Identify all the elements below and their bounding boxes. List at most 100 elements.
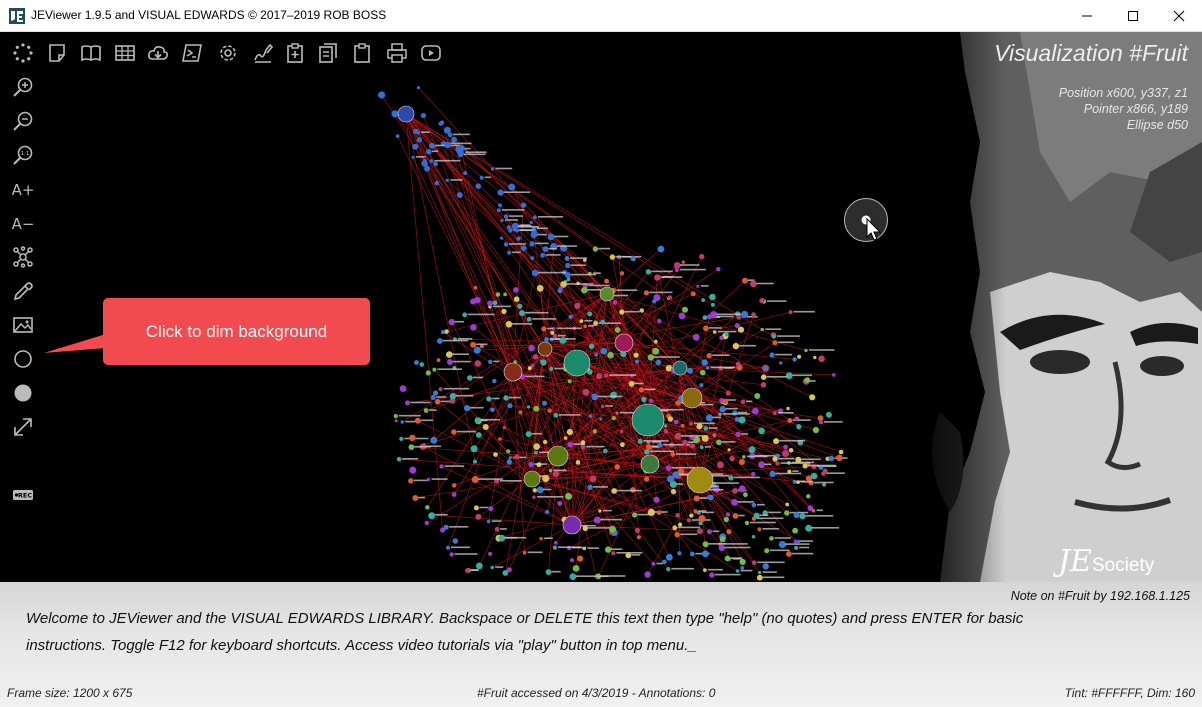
graph-node-label	[712, 530, 720, 533]
graph-node-label	[764, 463, 772, 466]
graph-node	[699, 445, 704, 450]
note-text-editor[interactable]: Welcome to JEViewer and the VISUAL EDWAR…	[26, 605, 1096, 659]
notes-panel[interactable]: Note on #Fruit by 192.168.1.125 Welcome …	[0, 582, 1202, 707]
clipboard-copy-button[interactable]	[316, 41, 340, 65]
graph-node-label	[662, 276, 673, 278]
graph-node-label	[556, 245, 577, 247]
graph-node	[699, 369, 706, 376]
graph-node-label	[600, 518, 622, 521]
graph-node-label	[398, 414, 421, 417]
graph-node	[810, 472, 818, 480]
graph-node	[507, 250, 512, 255]
graph-node	[479, 175, 484, 180]
graph-node-label	[413, 479, 428, 482]
powershell-button[interactable]	[180, 41, 204, 65]
graph-node-label	[455, 394, 474, 397]
print-button[interactable]	[385, 41, 409, 65]
graph-node	[732, 342, 740, 350]
signature-button[interactable]	[251, 41, 275, 65]
settings-button[interactable]	[216, 41, 240, 65]
graph-node	[577, 555, 584, 562]
graph-node-label	[766, 376, 788, 378]
graph-node-label	[775, 353, 792, 356]
play-tutorials-button[interactable]	[419, 41, 443, 65]
graph-node-label	[570, 264, 586, 266]
graph-nodes[interactable]	[378, 86, 848, 581]
graph-node	[568, 314, 573, 319]
graph-node-label	[597, 395, 623, 398]
graph-node	[772, 411, 777, 416]
graph-node	[678, 522, 683, 527]
graph-node	[634, 359, 640, 364]
graph-node	[541, 326, 547, 332]
eyedropper-button[interactable]	[11, 279, 35, 303]
graph-node-label	[501, 209, 525, 211]
loading-spinner-button[interactable]	[11, 41, 35, 65]
zoom-reset-button[interactable]: 1:1	[11, 143, 35, 167]
graph-node-label	[548, 247, 557, 250]
zoom-in-button[interactable]	[11, 75, 35, 99]
graph-node	[470, 341, 477, 348]
close-button[interactable]	[1156, 0, 1202, 31]
graph-node	[796, 539, 801, 544]
graph-node	[734, 323, 740, 329]
circle-outline-button[interactable]	[11, 347, 35, 371]
tint-status: Tint: #FFFFFF, Dim: 160	[1064, 686, 1195, 700]
graph-node	[674, 532, 680, 538]
graph-node	[633, 352, 639, 358]
graph-node	[490, 407, 495, 413]
graph-node	[500, 218, 504, 222]
graph-node-label	[598, 247, 611, 250]
clipboard-icon	[354, 43, 370, 63]
graph-node	[785, 372, 793, 380]
graph-node	[564, 272, 571, 278]
graph-node	[609, 254, 616, 260]
font-increase-button[interactable]: A+	[11, 177, 35, 201]
minimize-button[interactable]	[1064, 0, 1110, 31]
graph-node-label	[789, 511, 809, 514]
font-decrease-button[interactable]: A−	[11, 211, 35, 235]
cloud-download-button[interactable]	[146, 41, 170, 65]
graph-node	[600, 404, 605, 409]
graph-node-label	[738, 344, 757, 347]
expand-button[interactable]	[11, 415, 35, 439]
graph-edge	[411, 446, 651, 465]
circle-filled-button[interactable]	[11, 381, 35, 405]
graph-node	[735, 569, 740, 573]
network-button[interactable]	[11, 245, 35, 269]
graph-node	[665, 465, 672, 471]
visualization-canvas[interactable]: 1:1 A+ A− REC Visualization #Fruit Posit…	[0, 32, 1202, 582]
graph-node-label	[443, 387, 470, 390]
graph-node	[673, 262, 681, 269]
clipboard-add-button[interactable]	[283, 41, 307, 65]
note-button[interactable]	[45, 41, 69, 65]
graph-node	[743, 492, 748, 498]
graph-node	[438, 121, 443, 126]
graph-node-label	[649, 450, 675, 453]
graph-node	[779, 361, 783, 365]
font-increase-label: A+	[12, 181, 34, 199]
zoom-out-button[interactable]	[11, 109, 35, 133]
graph-hub-node	[523, 470, 541, 488]
graph-node	[502, 425, 507, 430]
graph-node	[793, 512, 800, 519]
graph-node	[563, 436, 568, 440]
dim-background-button[interactable]	[11, 313, 35, 337]
clipboard-button[interactable]	[350, 41, 374, 65]
graph-node	[506, 225, 511, 230]
graph-node-label	[480, 418, 501, 421]
graph-node-label	[762, 571, 777, 573]
book-button[interactable]	[79, 41, 103, 65]
graph-node	[502, 570, 509, 576]
graph-node-label	[449, 526, 469, 528]
maximize-button[interactable]	[1110, 0, 1156, 31]
graph-node	[693, 495, 700, 502]
graph-node	[760, 382, 767, 388]
graph-node	[490, 167, 495, 171]
record-button[interactable]: REC	[11, 483, 35, 507]
graph-node	[432, 367, 437, 372]
graph-node-label	[429, 409, 437, 411]
graph-hub-node	[397, 105, 415, 123]
graph-node	[416, 86, 420, 90]
grid-button[interactable]	[113, 41, 137, 65]
